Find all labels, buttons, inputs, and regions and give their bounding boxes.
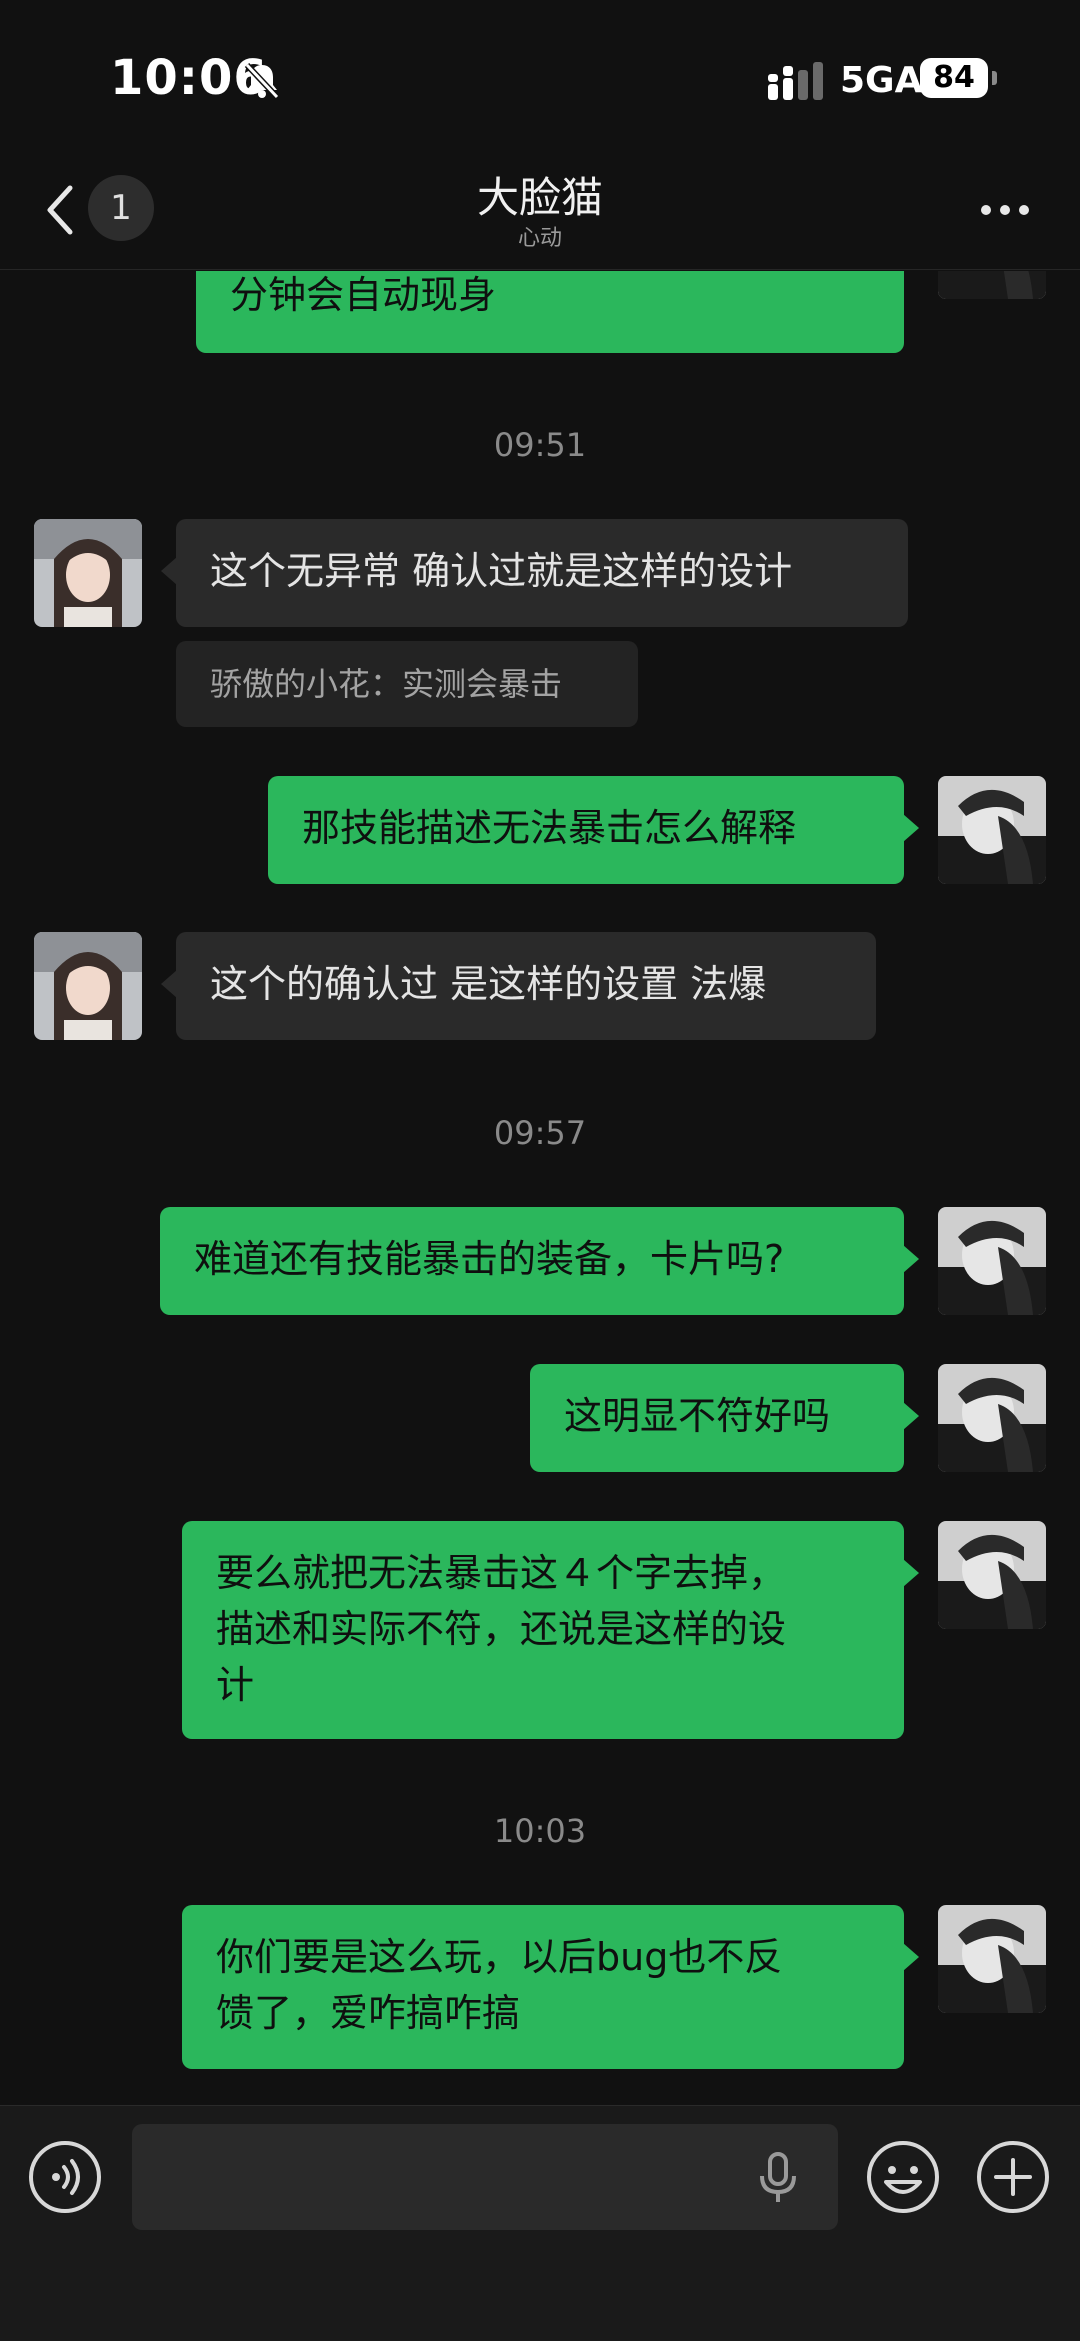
my-avatar[interactable] [938, 1521, 1046, 1629]
outgoing-message[interactable]: 这明显不符好吗 [530, 1364, 919, 1472]
contact-avatar[interactable] [34, 519, 142, 627]
message-list[interactable]: 分钟会自动现身 09:51 这个无异常 确认过就是这样的设计 骄傲的小花：实测会… [0, 271, 1080, 2105]
my-avatar[interactable] [938, 1207, 1046, 1315]
outgoing-message[interactable]: 要么就把无法暴击这４个字去掉， 描述和实际不符，还说是这样的设 计 [182, 1521, 919, 1739]
plus-icon[interactable] [976, 2140, 1050, 2214]
more-dots-icon[interactable] [980, 202, 1030, 218]
quoted-message[interactable]: 骄傲的小花：实测会暴击 [176, 641, 638, 727]
contact-avatar[interactable] [34, 932, 142, 1040]
timestamp: 09:57 [493, 1114, 587, 1152]
chat-title[interactable]: 大脸猫 [0, 164, 1080, 225]
message-input[interactable] [132, 2124, 838, 2230]
input-bar [0, 2105, 1080, 2341]
battery-nub [992, 71, 997, 85]
outgoing-message[interactable]: 你们要是这么玩，以后bug也不反 馈了，爱咋搞咋搞 [182, 1905, 919, 2069]
timestamp: 09:51 [493, 426, 587, 464]
voice-icon[interactable] [28, 2140, 102, 2214]
my-avatar[interactable] [938, 1905, 1046, 2013]
outgoing-message[interactable]: 那技能描述无法暴击怎么解释 [268, 776, 919, 884]
outgoing-message[interactable]: 分钟会自动现身 [196, 271, 904, 353]
my-avatar[interactable] [938, 776, 1046, 884]
chat-subtitle: 心动 [517, 226, 562, 251]
network-label: 5GA [840, 60, 923, 101]
timestamp: 10:03 [493, 1812, 587, 1850]
bell-muted-icon [244, 62, 280, 100]
my-avatar[interactable] [938, 271, 1046, 299]
outgoing-message[interactable]: 难道还有技能暴击的装备，卡片吗? [160, 1207, 919, 1315]
status-bar: 10:06 5GA 84 [0, 0, 1080, 150]
battery-indicator: 84 [920, 58, 988, 98]
microphone-icon[interactable] [758, 2152, 798, 2204]
incoming-message[interactable]: 这个的确认过 是这样的设置 法爆 [161, 932, 876, 1040]
signal-icon [768, 62, 823, 100]
incoming-message[interactable]: 这个无异常 确认过就是这样的设计 [161, 519, 908, 627]
my-avatar[interactable] [938, 1364, 1046, 1472]
chat-header: 1 大脸猫 心动 [0, 150, 1080, 270]
emoji-icon[interactable] [866, 2140, 940, 2214]
